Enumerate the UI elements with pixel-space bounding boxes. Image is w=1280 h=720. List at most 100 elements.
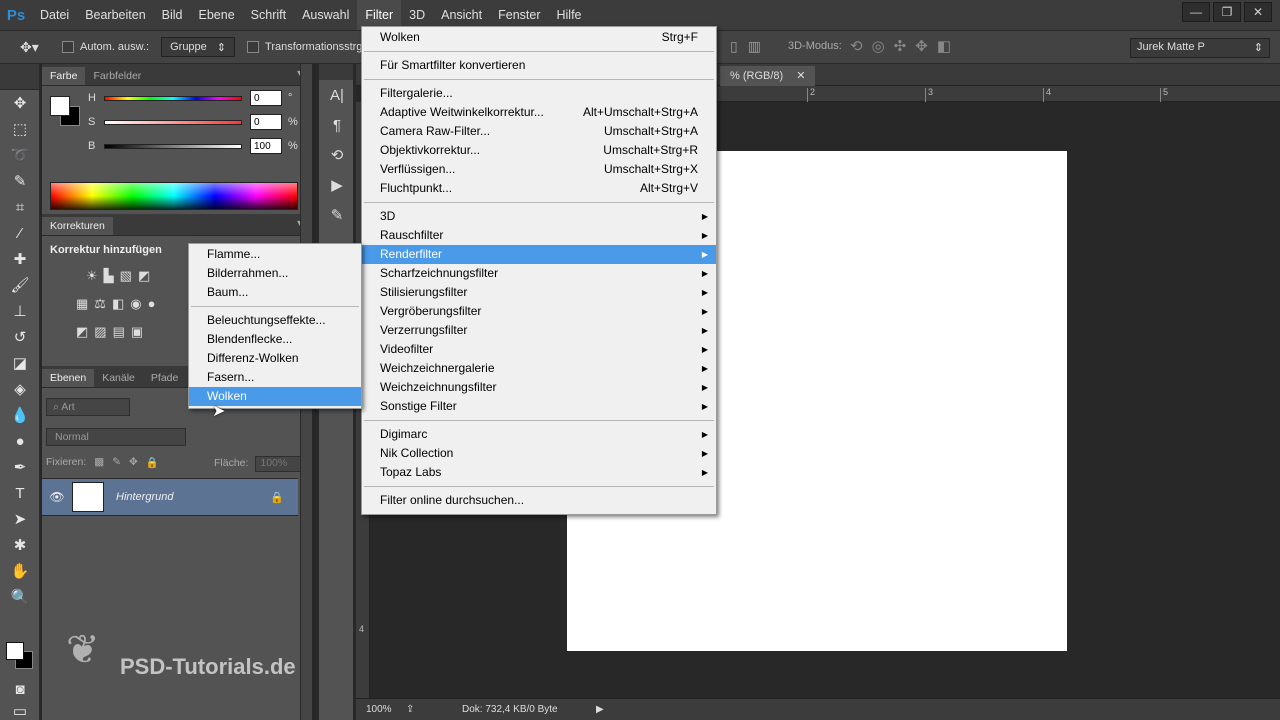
- dodge-tool-icon[interactable]: ●: [0, 428, 40, 454]
- character-panel-icon[interactable]: A|: [319, 80, 355, 110]
- hue-value[interactable]: 0: [250, 90, 282, 106]
- share-icon[interactable]: ⇪: [406, 704, 462, 715]
- menu-schrift[interactable]: Schrift: [243, 0, 294, 30]
- menu-item[interactable]: Fluchtpunkt... Alt+Strg+V: [362, 179, 716, 198]
- zoom-level[interactable]: 100%: [366, 704, 406, 715]
- lock-position-icon[interactable]: ✥: [129, 456, 138, 469]
- menu-item[interactable]: Objektivkorrektur... Umschalt+Strg+R: [362, 141, 716, 160]
- menu-item[interactable]: Blendenflecke...: [189, 330, 361, 349]
- menu-item[interactable]: Weichzeichnergalerie ▶: [362, 359, 716, 378]
- blur-tool-icon[interactable]: 💧: [0, 402, 40, 428]
- menu-item[interactable]: Rauschfilter ▶: [362, 226, 716, 245]
- type-tool-icon[interactable]: T: [0, 480, 40, 506]
- menu-bild[interactable]: Bild: [154, 0, 191, 30]
- menu-item[interactable]: Fasern...: [189, 368, 361, 387]
- workspace-selector[interactable]: Jurek Matte P ⇕: [1130, 38, 1270, 58]
- visibility-eye-icon[interactable]: 👁: [42, 490, 72, 504]
- hand-tool-icon[interactable]: ✋: [0, 558, 40, 584]
- menu-item[interactable]: Scharfzeichnungsfilter ▶: [362, 264, 716, 283]
- eyedropper-tool-icon[interactable]: ⁄: [0, 220, 40, 246]
- layer-row[interactable]: 👁 Hintergrund 🔒: [42, 478, 298, 516]
- lock-transparency-icon[interactable]: ▩: [94, 456, 104, 469]
- lasso-tool-icon[interactable]: ➰: [0, 142, 40, 168]
- vibrance-icon[interactable]: ▦: [76, 296, 88, 312]
- eraser-tool-icon[interactable]: ◪: [0, 350, 40, 376]
- curves-icon[interactable]: ▧: [120, 268, 132, 284]
- menu-datei[interactable]: Datei: [32, 0, 77, 30]
- menu-item[interactable]: Wolken Strg+F: [362, 28, 716, 47]
- auto-select-dropdown[interactable]: Gruppe ⇕: [161, 37, 236, 57]
- brush-tool-icon[interactable]: 🖌: [0, 272, 40, 298]
- close-tab-icon[interactable]: ✕: [796, 70, 805, 82]
- tab-farbe[interactable]: Farbe: [42, 67, 86, 85]
- status-menu-arrow-icon[interactable]: ▶: [596, 704, 604, 715]
- 3d-rotate-icon[interactable]: ⟲: [850, 37, 863, 55]
- menu-item[interactable]: Baum...: [189, 283, 361, 302]
- menu-item[interactable]: Sonstige Filter ▶: [362, 397, 716, 416]
- layer-filter-dropdown[interactable]: ⌕ Art: [46, 398, 130, 416]
- lock-all-icon[interactable]: 🔒: [146, 456, 159, 469]
- saturation-value[interactable]: 0: [250, 114, 282, 130]
- history-brush-tool-icon[interactable]: ↺: [0, 324, 40, 350]
- lock-pixels-icon[interactable]: ✎: [112, 456, 121, 469]
- menu-item[interactable]: Topaz Labs ▶: [362, 463, 716, 482]
- invert-icon[interactable]: ◩: [76, 324, 88, 340]
- tab-korrekturen[interactable]: Korrekturen: [42, 217, 113, 235]
- menu-item[interactable]: 3D ▶: [362, 207, 716, 226]
- foreground-color-swatch[interactable]: [6, 642, 24, 660]
- menu-item[interactable]: Flamme...: [189, 245, 361, 264]
- path-select-tool-icon[interactable]: ➤: [0, 506, 40, 532]
- blend-mode-dropdown[interactable]: Normal: [46, 428, 186, 446]
- align-icon[interactable]: ▯: [730, 38, 738, 55]
- distribute-icon[interactable]: ▥: [748, 38, 761, 55]
- history-panel-icon[interactable]: ⟲: [319, 140, 355, 170]
- tab-pfade[interactable]: Pfade: [143, 369, 186, 387]
- marquee-tool-icon[interactable]: ⬚: [0, 116, 40, 142]
- hue-slider[interactable]: [104, 95, 242, 101]
- menu-bearbeiten[interactable]: Bearbeiten: [77, 0, 153, 30]
- screen-mode-icon[interactable]: ▭: [0, 698, 40, 720]
- actions-panel-icon[interactable]: ▶: [319, 170, 355, 200]
- brightness-contrast-icon[interactable]: ☀: [86, 268, 98, 284]
- brightness-slider[interactable]: [104, 143, 242, 149]
- transform-checkbox[interactable]: [247, 41, 260, 53]
- pen-tool-icon[interactable]: ✒: [0, 454, 40, 480]
- menu-item[interactable]: Adaptive Weitwinkelkorrektur... Alt+Umsch…: [362, 103, 716, 122]
- healing-brush-tool-icon[interactable]: ✚: [0, 246, 40, 272]
- crop-tool-icon[interactable]: ⌗: [0, 194, 40, 220]
- menu-item[interactable]: Vergröberungsfilter ▶: [362, 302, 716, 321]
- minimize-button[interactable]: —: [1182, 2, 1210, 22]
- gradient-map-icon[interactable]: ▣: [131, 324, 143, 340]
- move-tool-icon[interactable]: ✥: [0, 90, 40, 116]
- brush-panel-icon[interactable]: ✎: [319, 200, 355, 230]
- foreground-color-swatch[interactable]: [50, 96, 70, 116]
- menu-item[interactable]: Bilderrahmen...: [189, 264, 361, 283]
- menu-item[interactable]: Differenz-Wolken: [189, 349, 361, 368]
- document-tab[interactable]: % (RGB/8) ✕: [720, 66, 816, 86]
- move-tool-icon[interactable]: ✥▾: [20, 39, 50, 56]
- menu-ebene[interactable]: Ebene: [191, 0, 243, 30]
- saturation-slider[interactable]: [104, 119, 242, 125]
- menu-item[interactable]: Stilisierungsfilter ▶: [362, 283, 716, 302]
- channel-mixer-icon[interactable]: ●: [148, 296, 156, 312]
- tab-farbfelder[interactable]: Farbfelder: [85, 67, 149, 85]
- posterize-icon[interactable]: ▨: [94, 324, 106, 340]
- menu-item[interactable]: Filtergalerie...: [362, 84, 716, 103]
- menu-item[interactable]: Weichzeichnungsfilter ▶: [362, 378, 716, 397]
- tab-kanaele[interactable]: Kanäle: [94, 369, 143, 387]
- 3d-roll-icon[interactable]: ◎: [872, 37, 885, 55]
- menu-item[interactable]: Verzerrungsfilter ▶: [362, 321, 716, 340]
- shape-tool-icon[interactable]: ✱: [0, 532, 40, 558]
- zoom-tool-icon[interactable]: 🔍: [0, 584, 40, 610]
- menu-auswahl[interactable]: Auswahl: [294, 0, 357, 30]
- 3d-scale-icon[interactable]: ◧: [937, 37, 951, 55]
- menu-item[interactable]: Beleuchtungseffekte...: [189, 311, 361, 330]
- menu-item[interactable]: Verflüssigen... Umschalt+Strg+X: [362, 160, 716, 179]
- photo-filter-icon[interactable]: ◉: [130, 296, 141, 312]
- levels-icon[interactable]: ▙: [104, 268, 114, 284]
- menu-item[interactable]: Nik Collection ▶: [362, 444, 716, 463]
- menu-item[interactable]: Für Smartfilter konvertieren: [362, 56, 716, 75]
- auto-select-checkbox[interactable]: [62, 41, 74, 53]
- menu-item[interactable]: Videofilter ▶: [362, 340, 716, 359]
- close-button[interactable]: ✕: [1244, 2, 1272, 22]
